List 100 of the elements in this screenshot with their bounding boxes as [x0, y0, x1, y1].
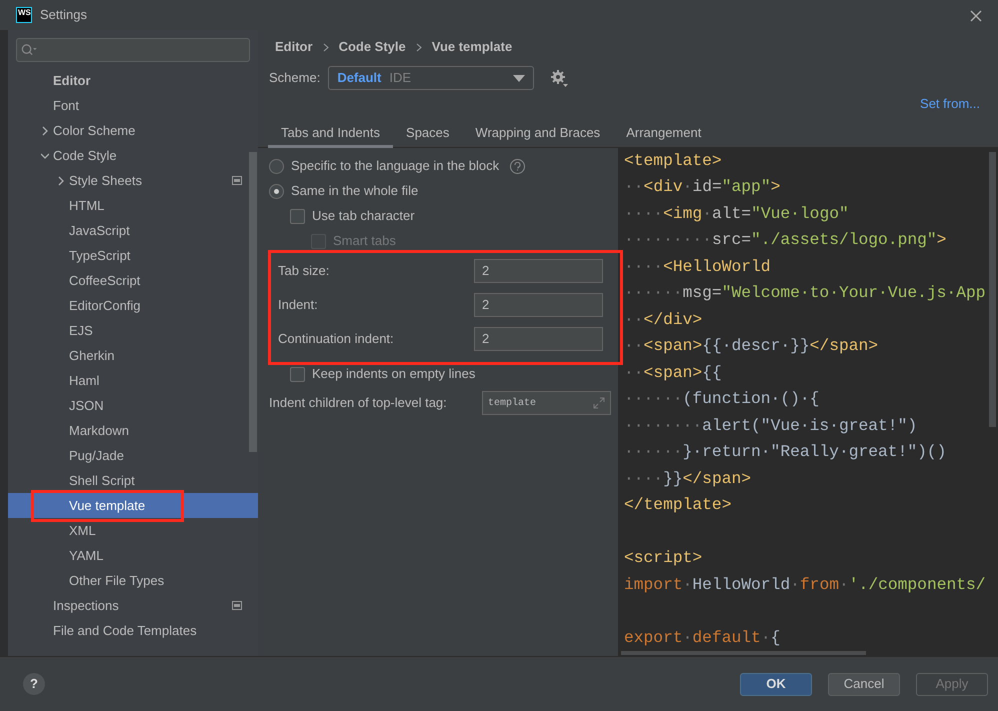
code-token: {{·descr·}} [702, 336, 810, 355]
tab[interactable]: Arrangement [613, 118, 714, 148]
tree-item[interactable]: Inspections [8, 593, 248, 618]
code-token: {{ [702, 362, 722, 382]
code-token: > [770, 177, 780, 196]
tree-item[interactable]: Other File Types [8, 568, 248, 593]
code-token: "./assets/logo.png" [751, 230, 937, 249]
chevron-right-icon[interactable] [41, 126, 49, 136]
input-field[interactable]: 2 [474, 326, 603, 350]
option-label: Keep indents on empty lines [312, 365, 476, 384]
tree-item[interactable]: File and Code Templates [8, 618, 248, 643]
search-field[interactable] [16, 38, 250, 62]
code-token: (function·()·{ [682, 389, 820, 408]
settings-icon[interactable] [550, 69, 568, 87]
whitespace-dots: ········· [624, 230, 712, 249]
checkbox[interactable] [290, 208, 305, 224]
scrollbar[interactable] [621, 651, 866, 655]
whitespace-dots: ·· [624, 362, 644, 382]
code-token: "Vue·logo" [751, 204, 849, 222]
help-button[interactable]: ? [23, 673, 45, 695]
tab[interactable]: Spaces [393, 118, 462, 148]
tree-item[interactable]: Haml [8, 368, 248, 393]
whitespace-dots: ·· [624, 177, 644, 196]
tree-item[interactable]: Color Scheme [8, 118, 248, 143]
tree-item[interactable]: JavaScript [8, 218, 248, 243]
option-label: Smart tabs [333, 232, 396, 250]
code-token: <HelloWorld [663, 256, 771, 276]
tree-item[interactable]: TypeScript [8, 243, 248, 268]
search-icon [21, 43, 38, 57]
scheme-dropdown[interactable]: Default IDE [328, 66, 534, 90]
radio-button[interactable] [269, 184, 284, 198]
code-token: from [800, 574, 839, 594]
whitespace-dots: · [682, 574, 692, 594]
whitespace-dots: ······ [624, 389, 683, 408]
tree-item[interactable]: Vue template [8, 493, 258, 518]
tree-item[interactable]: Code Style [8, 143, 248, 168]
tree-item[interactable]: Style Sheets [8, 168, 248, 193]
tree-item[interactable]: YAML [8, 543, 248, 568]
scrollbar[interactable] [249, 152, 257, 452]
tree-item[interactable]: Editor [8, 68, 248, 93]
tree-item[interactable]: Markdown [8, 418, 248, 443]
expand-icon[interactable] [593, 397, 605, 409]
code-token: > [936, 230, 946, 249]
tree-item[interactable]: Pug/Jade [8, 443, 248, 468]
whitespace-dots: · [790, 574, 800, 594]
tree-item[interactable]: Shell Script [8, 468, 248, 493]
chevron-right-icon[interactable] [57, 176, 65, 186]
whitespace-dots: · [682, 628, 692, 646]
tree-item[interactable]: EJS [8, 318, 248, 343]
code-token: </div> [644, 310, 702, 328]
code-token: <div [644, 177, 683, 196]
code-token: { [770, 628, 780, 646]
whitespace-dots: ·· [624, 310, 644, 328]
code-token: alert("Vue·is·great!") [702, 416, 918, 434]
tree-item[interactable]: XML [8, 518, 248, 543]
set-from-link[interactable]: Set from... [920, 94, 980, 114]
code-token: msg= [682, 283, 722, 302]
tree-item[interactable]: CoffeeScript [8, 268, 248, 293]
field-label: Indent children of top-level tag: [269, 394, 448, 412]
chevron-down-icon[interactable] [41, 150, 49, 160]
dialog-button[interactable]: OK [740, 672, 812, 696]
code-token: <script> [624, 548, 702, 567]
code-token: id= [692, 177, 722, 196]
scrollbar[interactable] [989, 152, 996, 426]
tree-item[interactable]: Font [8, 93, 248, 118]
tree-item[interactable]: JSON [8, 393, 248, 418]
input-field[interactable]: 2 [474, 292, 603, 316]
whitespace-dots: ···· [624, 468, 664, 488]
dialog-button[interactable]: Cancel [828, 672, 900, 696]
tree-item[interactable]: HTML [8, 193, 248, 218]
whitespace-dots: ······ [624, 442, 683, 461]
whitespace-dots: · [702, 204, 712, 222]
code-token: alt= [712, 204, 752, 222]
code-token: <span> [644, 362, 702, 382]
code-token: HelloWorld [692, 574, 790, 594]
tree-item[interactable]: Gherkin [8, 343, 248, 368]
code-token: </template> [624, 495, 732, 514]
code-token: }·return·"Really·great!")() [682, 442, 946, 461]
field-label: Continuation indent: [278, 330, 395, 348]
code-token: export [624, 628, 683, 646]
checkbox[interactable] [290, 366, 305, 382]
tab[interactable]: Wrapping and Braces [462, 118, 614, 148]
tree-item[interactable]: EditorConfig [8, 293, 248, 318]
code-token: <span> [644, 336, 702, 355]
option-label: Same in the whole file [291, 182, 418, 200]
scheme-label: Scheme: [269, 69, 320, 88]
code-token: './components/ [848, 574, 986, 594]
tab[interactable]: Tabs and Indents [268, 118, 394, 148]
whitespace-dots: ···· [624, 204, 664, 222]
radio-button[interactable] [269, 158, 284, 174]
option-label: Use tab character [312, 207, 415, 226]
chevron-right-icon [322, 42, 329, 52]
whitespace-dots: · [682, 177, 692, 196]
expandable-field[interactable]: template [482, 391, 611, 415]
code-token: default [692, 628, 761, 646]
code-token: </span> [682, 468, 752, 488]
input-field[interactable]: 2 [474, 258, 603, 282]
whitespace-dots: ······ [624, 283, 683, 302]
help-icon[interactable] [510, 158, 526, 174]
chevron-right-icon [416, 42, 422, 52]
